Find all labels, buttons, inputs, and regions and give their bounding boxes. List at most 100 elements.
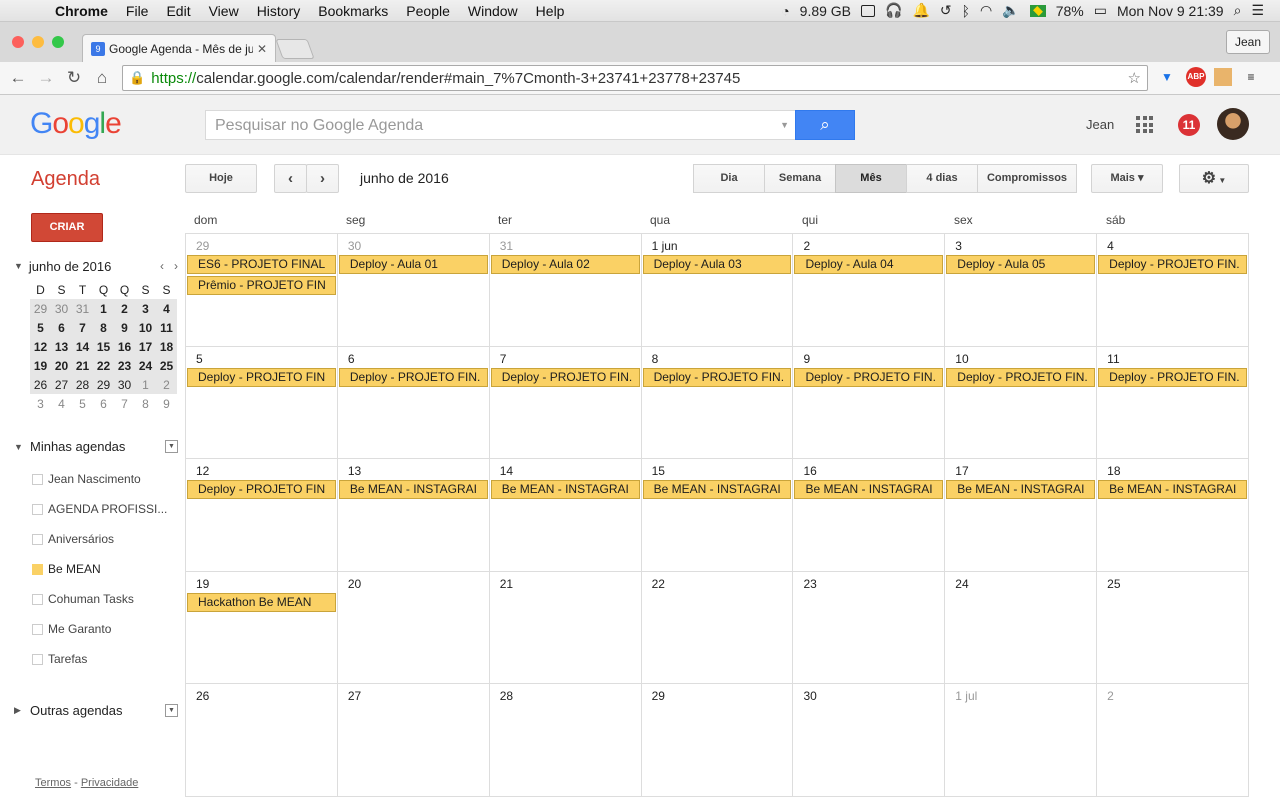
wifi-icon[interactable]: ◠ [980, 2, 992, 19]
calendar-event[interactable]: Deploy - PROJETO FIN. [490, 367, 640, 387]
day-cell[interactable]: 11 Deploy - PROJETO FIN. [1097, 346, 1250, 458]
notification-center-icon[interactable]: ☰ [1251, 2, 1264, 19]
mini-calendar-day[interactable]: 3 [135, 299, 156, 318]
mini-calendar-day[interactable]: 17 [135, 337, 156, 356]
day-cell[interactable]: 19 Hackathon Be MEAN [186, 571, 338, 683]
extension-face-icon[interactable] [1214, 68, 1232, 86]
day-cell[interactable]: 7 Deploy - PROJETO FIN. [490, 346, 642, 458]
view-agenda-button[interactable]: Compromissos [977, 164, 1077, 193]
volume-icon[interactable]: 🔈 [1002, 2, 1019, 19]
day-cell[interactable]: 29 ES6 - PROJETO FINAL Prêmio - PROJETO FI… [186, 234, 338, 346]
calendar-event[interactable]: Deploy - PROJETO FIN [187, 480, 336, 499]
mini-calendar-day[interactable]: 15 [93, 337, 114, 356]
calendar-event[interactable]: Deploy - Aula 03 [642, 255, 792, 274]
day-cell[interactable]: 24 [945, 571, 1098, 683]
day-number[interactable]: 6 [348, 352, 355, 366]
lock-icon[interactable]: 🔒 [129, 70, 145, 86]
calendar-checkbox[interactable] [32, 653, 43, 665]
mini-calendar-day[interactable]: 2 [156, 375, 177, 394]
calendar-event[interactable]: Prêmio - PROJETO FIN [187, 276, 336, 295]
terms-link[interactable]: Termos [35, 777, 71, 789]
day-number[interactable]: 5 [196, 352, 203, 366]
calendar-item[interactable]: Cohuman Tasks [32, 592, 134, 606]
mini-next-month-icon[interactable]: › [174, 259, 178, 273]
calendar-item[interactable]: Jean Nascimento [32, 472, 141, 486]
day-number[interactable]: 1 jun [652, 239, 678, 253]
prev-period-button[interactable]: ‹ [274, 164, 307, 193]
collapse-arrow-icon[interactable]: ▼ [14, 261, 23, 271]
bluetooth-icon[interactable]: ᛒ [962, 3, 970, 19]
view-4days-button[interactable]: 4 dias [906, 164, 978, 193]
calendar-event[interactable]: Be MEAN - INSTAGRAI [338, 480, 488, 499]
extension-v-icon[interactable]: ▼ [1156, 66, 1178, 88]
day-number[interactable]: 19 [196, 577, 209, 591]
day-cell[interactable]: 31 Deploy - Aula 02 [490, 234, 642, 346]
mini-calendar-day[interactable]: 13 [51, 337, 72, 356]
day-cell[interactable]: 5 Deploy - PROJETO FIN [186, 346, 338, 458]
day-number[interactable]: 18 [1107, 464, 1120, 478]
day-cell[interactable]: 20 [338, 571, 490, 683]
calendar-event[interactable]: Be MEAN - INSTAGRAI [946, 480, 1096, 499]
menu-file[interactable]: File [117, 3, 158, 19]
chrome-menu-icon[interactable]: ≡ [1240, 66, 1262, 88]
day-number[interactable]: 10 [955, 352, 968, 366]
menu-edit[interactable]: Edit [157, 3, 199, 19]
calendar-event[interactable]: Deploy - Aula 02 [490, 255, 640, 274]
mini-calendar-day[interactable]: 9 [156, 394, 177, 413]
menu-history[interactable]: History [248, 3, 310, 19]
day-cell[interactable]: 27 [338, 684, 490, 796]
mini-calendar-day[interactable]: 5 [30, 318, 51, 337]
day-number[interactable]: 4 [1107, 239, 1114, 253]
day-number[interactable]: 3 [955, 239, 962, 253]
calendar-event[interactable]: Deploy - PROJETO FIN. [1098, 255, 1248, 274]
day-number[interactable]: 7 [500, 352, 507, 366]
my-calendars-header[interactable]: ▼ Minhas agendas ▼ [14, 439, 178, 454]
day-number[interactable]: 28 [500, 689, 513, 703]
day-number[interactable]: 23 [803, 577, 816, 591]
mini-calendar-day[interactable]: 1 [135, 375, 156, 394]
day-number[interactable]: 24 [955, 577, 968, 591]
more-button[interactable]: Mais ▾ [1091, 164, 1163, 193]
window-minimize-button[interactable] [32, 36, 44, 48]
day-number[interactable]: 30 [348, 239, 361, 253]
day-cell[interactable]: 12 Deploy - PROJETO FIN [186, 459, 338, 571]
battery-icon[interactable]: ▭ [1094, 2, 1107, 19]
calendar-checkbox[interactable] [32, 563, 43, 575]
input-source-flag-icon[interactable] [1029, 4, 1046, 17]
mini-calendar-day[interactable]: 8 [93, 318, 114, 337]
mini-calendar-day[interactable]: 20 [51, 356, 72, 375]
mini-calendar-day[interactable]: 11 [156, 318, 177, 337]
mini-calendar-day[interactable]: 14 [72, 337, 93, 356]
mini-calendar-day[interactable]: 10 [135, 318, 156, 337]
day-number[interactable]: 20 [348, 577, 361, 591]
mini-calendar-day[interactable]: 28 [72, 375, 93, 394]
view-month-button[interactable]: Mês [835, 164, 907, 193]
day-cell[interactable]: 28 [490, 684, 642, 796]
forward-arrow-icon[interactable]: → [32, 68, 60, 88]
day-number[interactable]: 21 [500, 577, 513, 591]
calendar-event[interactable]: Deploy - PROJETO FIN [187, 367, 336, 387]
day-number[interactable]: 11 [1107, 352, 1119, 366]
bookmark-star-icon[interactable]: ☆ [1128, 69, 1141, 87]
day-number[interactable]: 12 [196, 464, 209, 478]
search-button[interactable]: ⌕ [795, 110, 855, 140]
mini-calendar-day[interactable]: 19 [30, 356, 51, 375]
day-cell[interactable]: 6 Deploy - PROJETO FIN. [338, 346, 490, 458]
day-cell[interactable]: 26 [186, 684, 338, 796]
day-number[interactable]: 2 [1107, 689, 1114, 703]
privacy-link[interactable]: Privacidade [81, 777, 138, 789]
profile-button[interactable]: Jean [1225, 30, 1270, 54]
mini-calendar-day[interactable]: 1 [93, 299, 114, 318]
day-number[interactable]: 13 [348, 464, 361, 478]
user-name[interactable]: Jean [1086, 117, 1114, 132]
day-number[interactable]: 14 [500, 464, 513, 478]
day-cell[interactable]: 23 [793, 571, 946, 683]
mini-calendar-day[interactable]: 30 [114, 375, 135, 394]
mini-calendar-day[interactable]: 22 [93, 356, 114, 375]
day-number[interactable]: 26 [196, 689, 209, 703]
avatar[interactable] [1217, 108, 1249, 140]
calendar-checkbox[interactable] [32, 533, 43, 545]
notification-bell-icon[interactable]: 🔔 [912, 2, 929, 19]
tab-close-icon[interactable]: ✕ [257, 42, 267, 56]
day-number[interactable]: 17 [955, 464, 968, 478]
